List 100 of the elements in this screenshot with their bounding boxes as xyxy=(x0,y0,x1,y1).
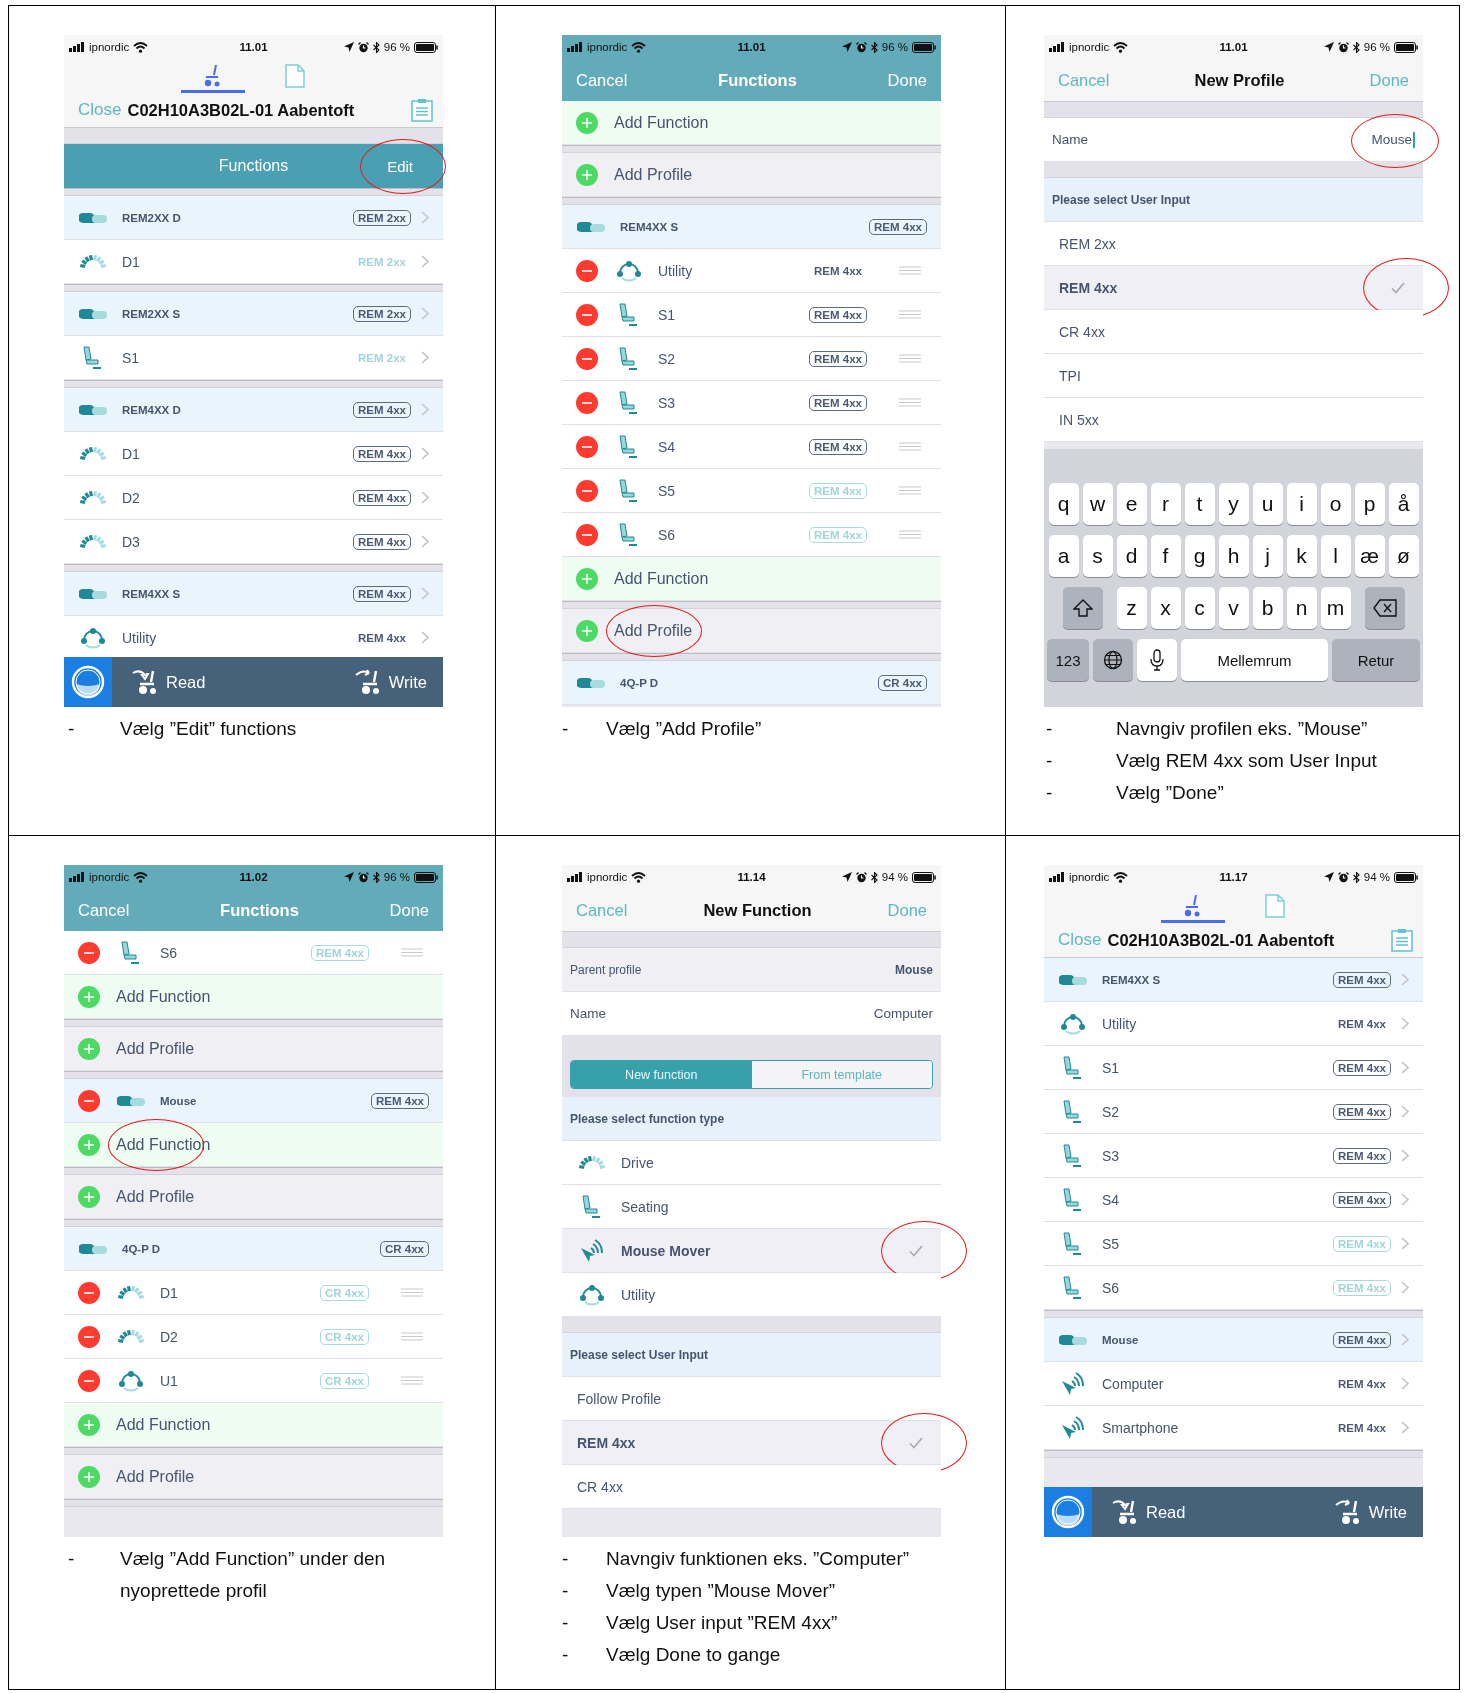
keyboard-key[interactable]: e xyxy=(1116,483,1147,525)
function-row[interactable]: S4 REM 4xx xyxy=(562,425,941,469)
keyboard-key[interactable]: y xyxy=(1218,483,1249,525)
minus-circle-icon[interactable] xyxy=(78,1089,100,1112)
minus-circle-icon[interactable] xyxy=(78,1369,100,1392)
option-row[interactable]: TPI xyxy=(1044,354,1423,398)
minus-circle-icon[interactable] xyxy=(576,435,598,458)
option-row[interactable]: CR 4xx xyxy=(1044,310,1423,354)
function-row[interactable]: S1 REM 4xx xyxy=(1044,1046,1423,1090)
profile-row[interactable]: REM2XX S REM 2xx xyxy=(64,292,443,336)
function-row[interactable]: S3 REM 4xx xyxy=(562,381,941,425)
function-row[interactable]: Utility REM 4xx xyxy=(562,249,941,293)
keyboard-key[interactable]: b xyxy=(1252,587,1283,629)
function-row[interactable]: S1 REM 2xx xyxy=(64,336,443,380)
drag-handle-icon[interactable] xyxy=(401,1332,423,1341)
option-row[interactable]: Utility xyxy=(562,1273,941,1317)
add-function-row[interactable]: Add Function xyxy=(64,1403,443,1447)
minus-circle-icon[interactable] xyxy=(78,1325,100,1348)
keyboard-key[interactable]: o xyxy=(1320,483,1351,525)
add-profile-row[interactable]: Add Profile xyxy=(64,1027,443,1071)
option-row[interactable]: CR 4xx xyxy=(562,1465,941,1509)
keyboard-key[interactable]: t xyxy=(1184,483,1215,525)
function-row[interactable]: D1 CR 4xx xyxy=(64,1271,443,1315)
function-row[interactable]: S1 REM 4xx xyxy=(562,293,941,337)
function-row[interactable]: S2 REM 4xx xyxy=(562,337,941,381)
function-row[interactable]: Utility REM 4xx xyxy=(64,616,443,657)
keyboard-key[interactable]: v xyxy=(1218,587,1249,629)
drag-handle-icon[interactable] xyxy=(899,310,921,319)
add-function-row[interactable]: Add Function xyxy=(562,101,941,145)
globe-key[interactable] xyxy=(1093,639,1133,681)
profile-row[interactable]: REM4XX S REM 4xx xyxy=(64,572,443,616)
keyboard-key[interactable]: a xyxy=(1048,535,1079,577)
return-key[interactable]: Retur xyxy=(1332,639,1420,681)
option-row[interactable]: Follow Profile xyxy=(562,1377,941,1421)
drag-handle-icon[interactable] xyxy=(899,442,921,451)
keyboard-key[interactable]: g xyxy=(1184,535,1215,577)
keyboard-key[interactable]: k xyxy=(1286,535,1317,577)
shift-key[interactable] xyxy=(1062,587,1103,629)
keyboard-key[interactable]: ø xyxy=(1388,535,1419,577)
field-value[interactable]: Computer xyxy=(873,1006,933,1021)
minus-circle-icon[interactable] xyxy=(576,303,598,326)
function-row[interactable]: Smartphone REM 4xx xyxy=(1044,1406,1423,1450)
option-row[interactable]: REM 4xx xyxy=(562,1421,941,1465)
add-function-row[interactable]: Add Function xyxy=(64,975,443,1019)
option-row[interactable]: Seating xyxy=(562,1185,941,1229)
function-row[interactable]: Utility REM 4xx xyxy=(1044,1002,1423,1046)
keyboard-key[interactable]: j xyxy=(1252,535,1283,577)
read-button[interactable]: Read xyxy=(1102,1499,1196,1525)
drag-handle-icon[interactable] xyxy=(401,948,423,957)
numbers-key[interactable]: 123 xyxy=(1047,639,1089,681)
minus-circle-icon[interactable] xyxy=(576,259,598,282)
function-row[interactable]: S2 REM 4xx xyxy=(1044,1090,1423,1134)
function-row[interactable]: D3 REM 4xx xyxy=(64,520,443,564)
profile-row[interactable]: 4Q-P D CR 4xx xyxy=(64,1227,443,1271)
add-profile-row[interactable]: Add Profile xyxy=(562,153,941,197)
function-row[interactable]: S6 REM 4xx xyxy=(1044,1266,1423,1310)
profile-row[interactable]: REM4XX S REM 4xx xyxy=(1044,958,1423,1002)
drag-handle-icon[interactable] xyxy=(899,398,921,407)
minus-circle-icon[interactable] xyxy=(576,523,598,546)
minus-circle-icon[interactable] xyxy=(576,479,598,502)
function-row[interactable]: S4 REM 4xx xyxy=(1044,1178,1423,1222)
clipboard-icon[interactable] xyxy=(1391,928,1413,952)
option-row[interactable]: IN 5xx xyxy=(1044,398,1423,442)
write-button[interactable]: Write xyxy=(344,669,437,695)
keyboard-key[interactable]: w xyxy=(1082,483,1113,525)
function-row[interactable]: S6 REM 4xx xyxy=(562,513,941,557)
function-row[interactable]: S6 REM 4xx xyxy=(64,931,443,975)
drag-handle-icon[interactable] xyxy=(899,530,921,539)
keyboard-key[interactable]: x xyxy=(1150,587,1181,629)
keyboard-key[interactable]: å xyxy=(1388,483,1419,525)
drag-handle-icon[interactable] xyxy=(401,1376,423,1385)
add-profile-row[interactable]: Add Profile xyxy=(64,1175,443,1219)
keyboard-key[interactable]: s xyxy=(1082,535,1113,577)
profile-row[interactable]: REM2XX D REM 2xx xyxy=(64,196,443,240)
profile-row[interactable]: 4Q-P D CR 4xx xyxy=(562,661,941,705)
keyboard-key[interactable]: p xyxy=(1354,483,1385,525)
option-row[interactable]: REM 2xx xyxy=(1044,222,1423,266)
add-profile-row[interactable]: Add Profile xyxy=(562,609,941,653)
function-row[interactable]: S5 REM 4xx xyxy=(1044,1222,1423,1266)
drag-handle-icon[interactable] xyxy=(401,1288,423,1297)
minus-circle-icon[interactable] xyxy=(576,347,598,370)
minus-circle-icon[interactable] xyxy=(78,941,100,964)
clipboard-icon[interactable] xyxy=(411,98,433,122)
drag-handle-icon[interactable] xyxy=(899,266,921,275)
minus-circle-icon[interactable] xyxy=(78,1281,100,1304)
home-tab[interactable] xyxy=(64,657,112,707)
function-row[interactable]: S3 REM 4xx xyxy=(1044,1134,1423,1178)
keyboard-key[interactable]: i xyxy=(1286,483,1317,525)
add-function-row[interactable]: Add Function xyxy=(562,557,941,601)
drag-handle-icon[interactable] xyxy=(899,354,921,363)
function-row[interactable]: D2 CR 4xx xyxy=(64,1315,443,1359)
keyboard-key[interactable]: r xyxy=(1150,483,1181,525)
option-row[interactable]: Mouse Mover xyxy=(562,1229,941,1273)
field-value[interactable]: Mouse xyxy=(1371,132,1412,147)
option-row[interactable]: REM 4xx xyxy=(1044,266,1423,310)
keyboard-key[interactable]: l xyxy=(1320,535,1351,577)
profile-row[interactable]: Mouse REM 4xx xyxy=(64,1079,443,1123)
function-row[interactable]: S5 REM 4xx xyxy=(562,469,941,513)
profile-row[interactable]: REM4XX S REM 4xx xyxy=(562,205,941,249)
function-row[interactable]: D1 REM 2xx xyxy=(64,240,443,284)
